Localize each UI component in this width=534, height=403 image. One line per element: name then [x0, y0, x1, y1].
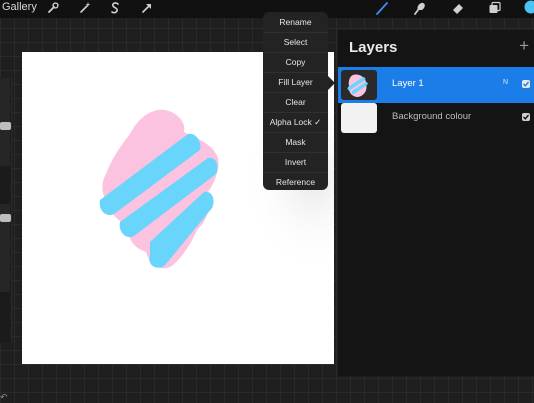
layer-row-layer-1[interactable]: Layer 1 N	[338, 67, 534, 103]
menu-item-clear[interactable]: Clear	[263, 92, 328, 112]
eraser-icon[interactable]	[451, 1, 465, 15]
gallery-button[interactable]: Gallery	[2, 1, 37, 13]
layers-panel: Layers + Layer 1 N Background colour	[338, 30, 534, 376]
layer-row-background[interactable]: Background colour	[338, 100, 534, 136]
wrench-icon[interactable]	[46, 1, 60, 15]
layer-visibility-checkbox[interactable]	[522, 113, 530, 121]
menu-item-fill-layer[interactable]: Fill Layer	[263, 72, 328, 92]
left-sidebar: ↶	[0, 78, 12, 343]
magic-wand-icon[interactable]	[78, 1, 92, 15]
menu-item-select[interactable]: Select	[263, 32, 328, 52]
smudge-icon[interactable]	[413, 1, 427, 15]
menu-item-mask[interactable]: Mask	[263, 132, 328, 152]
menu-item-invert[interactable]: Invert	[263, 152, 328, 172]
blend-mode-label[interactable]: N	[503, 79, 508, 86]
add-layer-icon[interactable]: +	[519, 36, 529, 56]
menu-item-copy[interactable]: Copy	[263, 52, 328, 72]
menu-item-alpha-lock[interactable]: Alpha Lock ✓	[263, 112, 328, 132]
menu-pointer	[328, 76, 335, 90]
layer-name: Layer 1	[392, 78, 424, 89]
brush-size-thumb[interactable]	[0, 122, 11, 130]
layers-icon[interactable]	[488, 1, 502, 15]
layer-name: Background colour	[392, 111, 471, 122]
layer-visibility-checkbox[interactable]	[522, 80, 530, 88]
arrow-icon[interactable]	[140, 1, 154, 15]
layer-options-menu: Rename Select Copy Fill Layer Clear Alph…	[263, 12, 328, 190]
undo-icon[interactable]: ↶	[0, 392, 8, 403]
layer-thumbnail	[341, 70, 377, 100]
color-swatch[interactable]	[524, 0, 534, 14]
layers-title: Layers	[349, 39, 397, 56]
opacity-thumb[interactable]	[0, 214, 11, 222]
background-thumbnail	[341, 103, 377, 133]
menu-item-rename[interactable]: Rename	[263, 12, 328, 32]
menu-item-reference[interactable]: Reference	[263, 172, 328, 192]
brush-icon[interactable]	[375, 1, 389, 15]
selection-s-icon[interactable]	[108, 1, 122, 15]
